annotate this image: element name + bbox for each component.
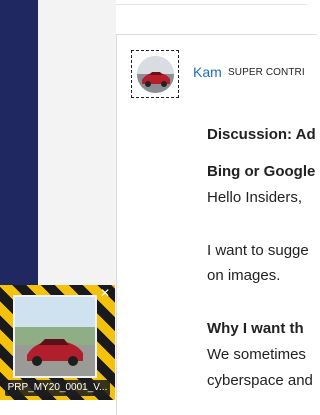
- author-rank-badge: SUPER CONTRI: [228, 67, 305, 78]
- thumbnail-image: [13, 295, 97, 378]
- avatar-icon[interactable]: [137, 56, 174, 93]
- post-heading-why: Why I want th: [207, 320, 304, 337]
- avatar-selection-box[interactable]: [131, 50, 179, 98]
- dragged-file-thumbnail[interactable]: ✕ PRP_MY20_0001_V...: [0, 285, 115, 400]
- post-body-line: We sometimes: [207, 346, 306, 363]
- post-body-line: I want to sugge: [207, 242, 309, 259]
- post-heading-bing-google: Bing or Google: [207, 163, 316, 180]
- top-divider: [116, 4, 307, 5]
- thumbnail-filename: PRP_MY20_0001_V...: [5, 380, 110, 396]
- post-body-line: on images.: [207, 267, 281, 284]
- author-name-link[interactable]: Kam: [193, 64, 222, 80]
- post-greeting: Hello Insiders,: [207, 189, 303, 206]
- post-body-line: cyberspace and: [207, 372, 313, 389]
- post-title: Discussion: Ad: [207, 126, 316, 143]
- close-icon[interactable]: ✕: [99, 287, 111, 299]
